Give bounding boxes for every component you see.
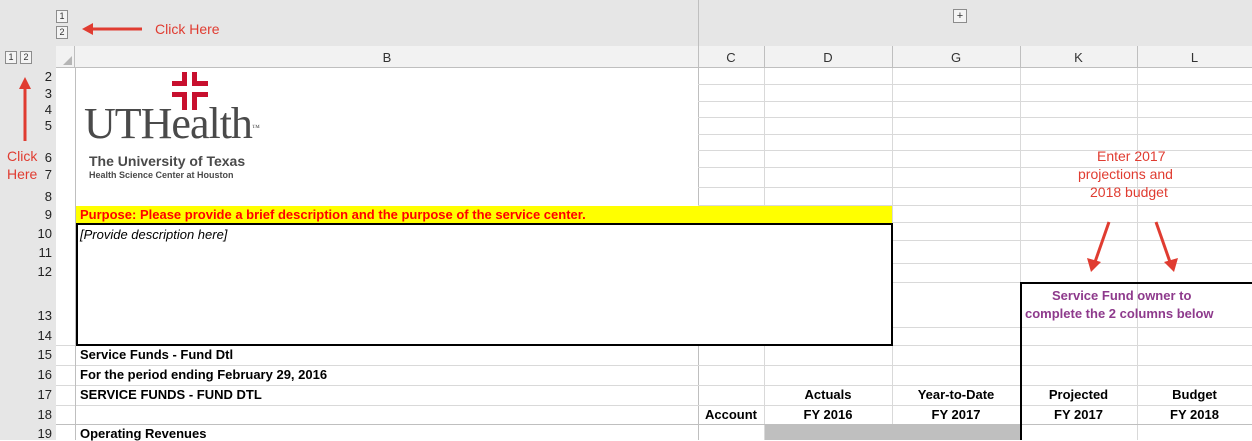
row-header[interactable]: 18	[30, 407, 52, 422]
row-level-2-button[interactable]: 2	[20, 51, 32, 64]
column-header-G[interactable]: G	[892, 49, 1020, 67]
click-here-left-label-2: Here	[7, 166, 38, 182]
row-19-label: Operating Revenues	[80, 426, 207, 441]
row-header[interactable]: 3	[30, 86, 52, 101]
header-divider	[892, 46, 893, 68]
logo-line-1: The University of Texas	[89, 153, 246, 169]
gridline	[698, 150, 1252, 151]
row-header[interactable]: 16	[30, 367, 52, 382]
gridline	[698, 84, 1252, 85]
select-all-corner[interactable]	[56, 46, 75, 68]
logo-wordmark-text: UTHealth	[84, 99, 253, 148]
column-header-L[interactable]: L	[1137, 49, 1252, 67]
gridline	[698, 187, 1252, 188]
column-level-2-button[interactable]: 2	[56, 26, 68, 39]
header-account: Account	[705, 407, 757, 422]
row-header[interactable]: 5	[30, 118, 52, 133]
header-projected: Projected	[1048, 387, 1109, 402]
row-19-gray-fill	[765, 425, 1020, 440]
row-header[interactable]: 15	[30, 347, 52, 362]
click-here-left-label-1: Click	[7, 148, 38, 164]
column-header-K[interactable]: K	[1020, 49, 1137, 67]
enter-note-line-2: projections and	[1078, 166, 1173, 182]
row-15-title: Service Funds - Fund Dtl	[80, 347, 234, 362]
description-text: [Provide description here]	[80, 227, 228, 242]
header-divider	[698, 0, 699, 68]
column-header-C[interactable]: C	[698, 49, 764, 67]
row-header[interactable]: 17	[30, 387, 52, 402]
header-fy-2017-ytd: FY 2017	[931, 407, 981, 422]
service-fund-note-line-2: complete the 2 columns below	[1025, 306, 1214, 321]
header-divider	[764, 46, 765, 68]
row-17-label: SERVICE FUNDS - FUND DTL	[80, 387, 262, 402]
service-fund-note-line-1: Service Fund owner to	[1052, 288, 1192, 303]
header-fy-2018-budget: FY 2018	[1170, 407, 1219, 422]
up-arrow-icon	[19, 77, 31, 141]
logo-line-2: Health Science Center at Houston	[89, 170, 234, 180]
down-right-arrow-icon	[1154, 221, 1178, 272]
row-header[interactable]: 9	[30, 207, 52, 222]
purpose-text: Purpose: Please provide a brief descript…	[80, 207, 586, 222]
column-level-1-button[interactable]: 1	[56, 10, 68, 23]
header-fy-2017-projected: FY 2017	[1054, 407, 1103, 422]
header-actuals: Actuals	[804, 387, 852, 402]
logo-tm: ™	[251, 123, 260, 132]
column-header-B[interactable]: B	[76, 49, 698, 67]
row-level-1-button[interactable]: 1	[5, 51, 17, 64]
row-header[interactable]: 4	[30, 102, 52, 117]
row-header[interactable]: 10	[30, 226, 52, 241]
gridline	[698, 117, 1252, 118]
logo-wordmark: UTHealth™	[84, 99, 260, 148]
row-header[interactable]: 11	[30, 245, 53, 260]
enter-note-line-3: 2018 budget	[1090, 184, 1168, 200]
gridline	[698, 134, 1252, 135]
row-header[interactable]: 2	[30, 69, 52, 84]
header-budget: Budget	[1172, 387, 1217, 402]
row-header[interactable]: 19	[30, 426, 52, 441]
expand-columns-button[interactable]: +	[953, 9, 967, 23]
row-header[interactable]: 13	[30, 308, 52, 323]
gridline	[698, 101, 1252, 102]
row-header[interactable]: 14	[30, 328, 52, 343]
header-divider	[1137, 46, 1138, 68]
column-header-D[interactable]: D	[764, 49, 892, 67]
row-header[interactable]: 12	[30, 264, 52, 279]
enter-note-line-1: Enter 2017	[1097, 148, 1166, 164]
click-here-top-label: Click Here	[155, 21, 220, 37]
header-divider	[1020, 46, 1021, 68]
left-arrow-icon	[82, 23, 142, 35]
down-left-arrow-icon	[1087, 221, 1111, 272]
header-year-to-date: Year-to-Date	[917, 387, 995, 402]
row-16-period: For the period ending February 29, 2016	[80, 367, 328, 382]
header-fy-2016: FY 2016	[803, 407, 853, 422]
row-header[interactable]: 8	[30, 189, 52, 204]
